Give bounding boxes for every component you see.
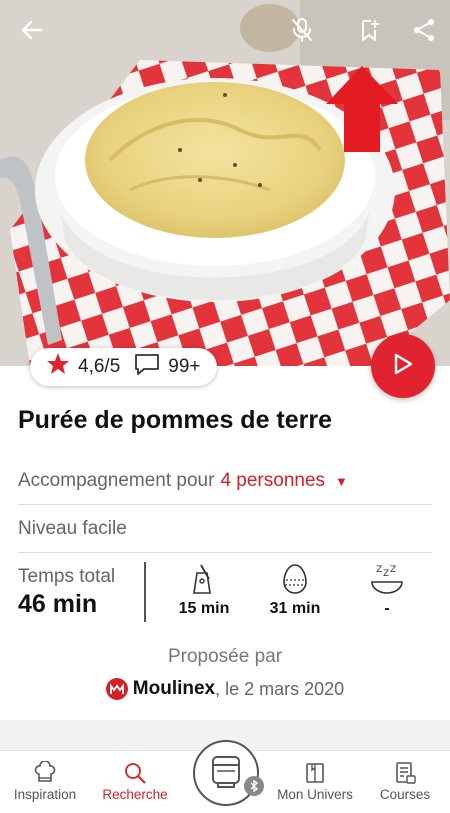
cooking-device-button[interactable] — [193, 740, 259, 806]
divider — [18, 504, 432, 505]
cook-time-value: 31 min — [269, 600, 321, 617]
rest-zzz-icon: ZZZ — [347, 562, 427, 596]
nav-label: Courses — [379, 787, 431, 802]
serving-selector[interactable]: Accompagnement pour 4 personnes ▼ — [18, 470, 348, 492]
svg-text:Z: Z — [376, 565, 382, 575]
bookmark-add-icon[interactable] — [354, 14, 386, 46]
nav-label: Inspiration — [13, 787, 77, 802]
search-icon — [90, 759, 180, 787]
cook-time: 31 min — [255, 562, 335, 618]
play-icon — [392, 352, 414, 381]
caret-down-icon[interactable]: ▼ — [335, 474, 348, 489]
svg-text:Z: Z — [383, 569, 389, 579]
knife-board-icon — [164, 562, 244, 596]
recipe-title: Purée de pommes de terre — [18, 406, 333, 434]
comments-count: 99+ — [168, 356, 201, 377]
serving-count[interactable]: 4 personnes — [220, 470, 325, 492]
rest-time: ZZZ - — [347, 562, 427, 618]
vertical-divider — [144, 562, 146, 622]
rest-time-value: - — [384, 600, 390, 617]
total-time-label: Temps total — [18, 566, 116, 587]
multicooker-icon — [206, 751, 246, 796]
nav-item-courses[interactable]: Courses — [360, 759, 450, 802]
share-icon[interactable] — [408, 14, 440, 46]
arrow-left-icon[interactable] — [16, 14, 48, 46]
microphone-off-icon[interactable] — [286, 14, 318, 46]
chef-hat-icon — [0, 759, 90, 787]
prep-time-value: 15 min — [178, 600, 230, 617]
book-icon — [270, 759, 360, 787]
svg-text:Z: Z — [390, 565, 396, 575]
moulinex-logo-icon — [105, 678, 128, 700]
nav-item-mon-univers[interactable]: Mon Univers — [270, 759, 360, 802]
author-brand[interactable]: Moulinex — [133, 678, 215, 700]
prep-time: 15 min — [164, 562, 244, 618]
bluetooth-icon — [244, 776, 264, 796]
play-button[interactable] — [371, 334, 435, 398]
timer-egg-icon — [255, 562, 335, 596]
serving-prefix: Accompagnement pour — [18, 470, 215, 491]
rating-value: 4,6/5 — [78, 356, 121, 377]
shopping-list-icon — [360, 759, 450, 787]
nav-label: Mon Univers — [277, 787, 353, 802]
publish-date: , le 2 mars 2020 — [215, 678, 345, 699]
divider — [18, 552, 432, 553]
nav-item-inspiration[interactable]: Inspiration — [0, 759, 90, 802]
nav-label: Recherche — [102, 787, 168, 802]
comment-icon — [134, 352, 160, 382]
total-time-value: 46 min — [18, 590, 98, 618]
difficulty-level: Niveau facile — [18, 518, 127, 539]
proposed-by-label: Proposée par — [167, 646, 283, 667]
star-icon — [46, 352, 70, 382]
author-line: Moulinex , le 2 mars 2020 — [0, 678, 450, 700]
top-app-bar — [0, 0, 450, 60]
rating-badge[interactable]: 4,6/5 99+ — [30, 348, 217, 386]
nav-item-recherche[interactable]: Recherche — [90, 759, 180, 802]
